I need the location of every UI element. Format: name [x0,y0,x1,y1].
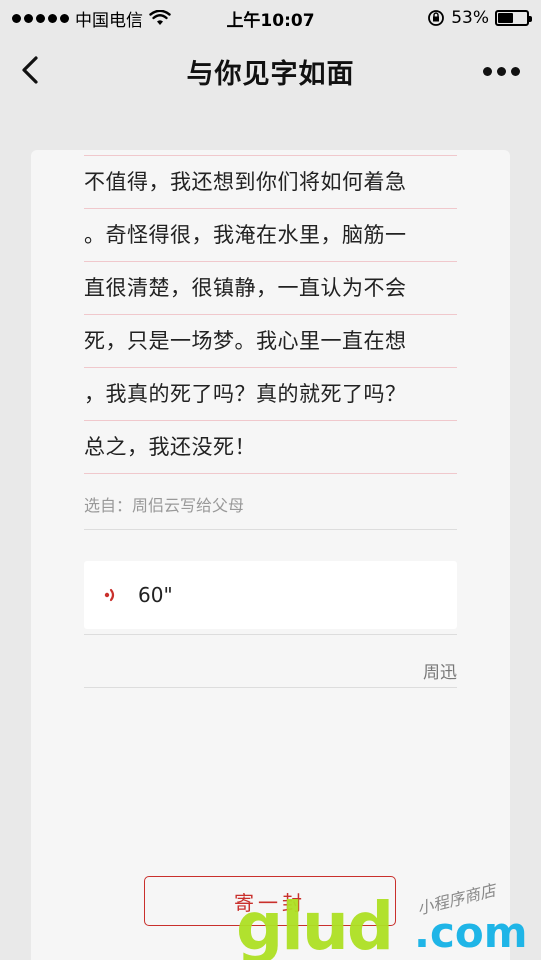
divider [84,634,457,635]
letter-line: 直很清楚，很镇静，一直认为不会 [84,262,457,315]
letter-line: 不值得，我还想到你们将如何着急 [84,156,457,209]
letter-line: 。奇怪得很，我淹在水里，脑筋一 [84,209,457,262]
letter-source: 选自：周侣云写给父母 [84,490,457,530]
status-right: 53% [427,8,532,28]
battery-percent: 53% [451,8,489,28]
sound-wave-icon [100,584,122,606]
more-dots-icon [482,66,492,76]
letter-line: 死，只是一场梦。我心里一直在想 [84,315,457,368]
more-dot [496,66,506,76]
letter-card[interactable]: 不值得，我还想到你们将如何着急 。奇怪得很，我淹在水里，脑筋一 直很清楚，很镇静… [31,150,510,960]
page-title: 与你见字如面 [186,58,355,90]
back-button[interactable] [10,48,50,92]
audio-duration: 60" [138,583,173,607]
carrier-label: 中国电信 [75,10,143,31]
more-button[interactable] [477,58,525,84]
letter-line: ，我真的死了吗？真的就死了吗？ [84,368,457,421]
audio-player[interactable]: 60" [84,561,457,629]
status-left: 中国电信 [12,6,171,31]
signal-strength-icon [12,13,69,23]
wifi-icon [149,10,171,25]
status-bar: 中国电信 上午10:07 53% [0,0,541,36]
more-dot [510,66,520,76]
battery-fill [498,13,513,23]
letter-signature: 周迅 [84,658,457,688]
orientation-lock-icon [428,10,445,26]
battery-icon [495,10,532,26]
send-letter-button[interactable]: 寄一封 [144,876,396,926]
letter-line: 总之，我还没死！ [84,421,457,474]
chevron-left-icon [22,56,38,84]
nav-bar: 与你见字如面 [0,36,541,106]
